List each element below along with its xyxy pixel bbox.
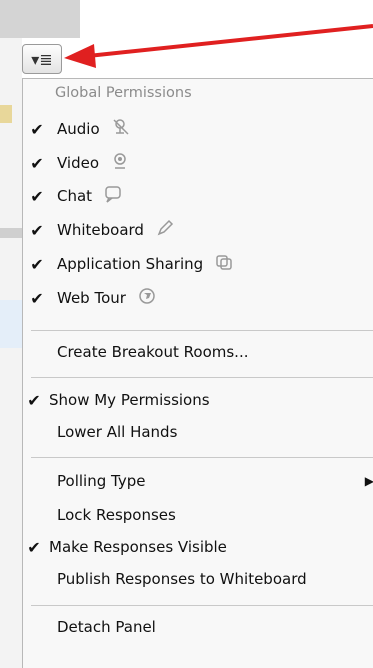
check-icon: ✔ [30, 220, 44, 240]
menu-divider [31, 377, 373, 378]
menu-item-publish-responses[interactable]: Publish Responses to Whiteboard [23, 565, 373, 593]
menu-item-lock-responses[interactable]: Lock Responses [23, 501, 373, 529]
menu-item-label: Polling Type [57, 472, 146, 490]
panel-selection-strip [0, 300, 22, 348]
menu-item-label: Audio [57, 120, 100, 138]
menu-item-make-responses-visible[interactable]: ✔ Make Responses Visible [23, 533, 373, 561]
panel-background [0, 38, 22, 668]
menu-item-label: Lock Responses [57, 506, 176, 524]
menu-divider [31, 330, 373, 331]
menu-item-application-sharing[interactable]: ✔ Application Sharing [23, 250, 373, 278]
menu-item-label: Create Breakout Rooms... [57, 343, 249, 361]
menu-item-whiteboard[interactable]: ✔ Whiteboard [23, 216, 373, 244]
menu-item-video[interactable]: ✔ Video [23, 149, 373, 177]
webcam-icon [111, 152, 129, 175]
section-title-global-permissions: Global Permissions [55, 85, 192, 101]
menu-item-create-breakout-rooms[interactable]: Create Breakout Rooms... [23, 338, 373, 366]
check-icon: ✔ [30, 119, 44, 139]
panel-highlight-strip [0, 105, 12, 123]
menu-divider [31, 457, 373, 458]
panel-divider-band [0, 228, 22, 238]
menu-item-label: Whiteboard [57, 221, 144, 239]
menu-item-lower-all-hands[interactable]: Lower All Hands [23, 418, 373, 446]
submenu-arrow-icon: ▶ [364, 474, 373, 488]
mute-icon [112, 118, 130, 141]
menu-item-label: Show My Permissions [49, 391, 210, 409]
menu-item-audio[interactable]: ✔ Audio [23, 115, 373, 143]
windows-icon [215, 253, 233, 276]
pencil-icon [156, 219, 174, 242]
check-icon: ✔ [30, 254, 44, 274]
annotation-arrow [64, 24, 373, 68]
menu-item-label: Video [57, 154, 100, 172]
check-icon: ✔ [27, 390, 41, 410]
menu-item-show-my-permissions[interactable]: ✔ Show My Permissions [23, 386, 373, 414]
chat-bubble-icon [104, 185, 122, 208]
permissions-menu: Global Permissions ✔ Audio ✔ Video ✔ Cha… [22, 78, 373, 668]
menu-item-web-tour[interactable]: ✔ Web Tour [23, 284, 373, 312]
menu-item-label: Application Sharing [57, 255, 204, 273]
menu-item-chat[interactable]: ✔ Chat [23, 182, 373, 210]
menu-item-label: Chat [57, 187, 93, 205]
menu-item-detach-panel[interactable]: Detach Panel [23, 613, 373, 641]
options-menu-button[interactable]: ▾≣ [22, 44, 62, 74]
check-icon: ✔ [30, 153, 44, 173]
check-icon: ✔ [30, 288, 44, 308]
check-icon: ✔ [30, 186, 44, 206]
menu-lines-icon: ▾≣ [31, 49, 53, 69]
menu-item-label: Lower All Hands [57, 423, 178, 441]
globe-icon [138, 287, 156, 310]
menu-item-label: Publish Responses to Whiteboard [57, 570, 307, 588]
menu-item-label: Web Tour [57, 289, 126, 307]
menu-item-label: Detach Panel [57, 618, 156, 636]
menu-item-polling-type[interactable]: Polling Type ▶ [23, 467, 373, 495]
menu-divider [31, 605, 373, 606]
menu-item-label: Make Responses Visible [49, 538, 227, 556]
check-icon: ✔ [27, 537, 41, 557]
